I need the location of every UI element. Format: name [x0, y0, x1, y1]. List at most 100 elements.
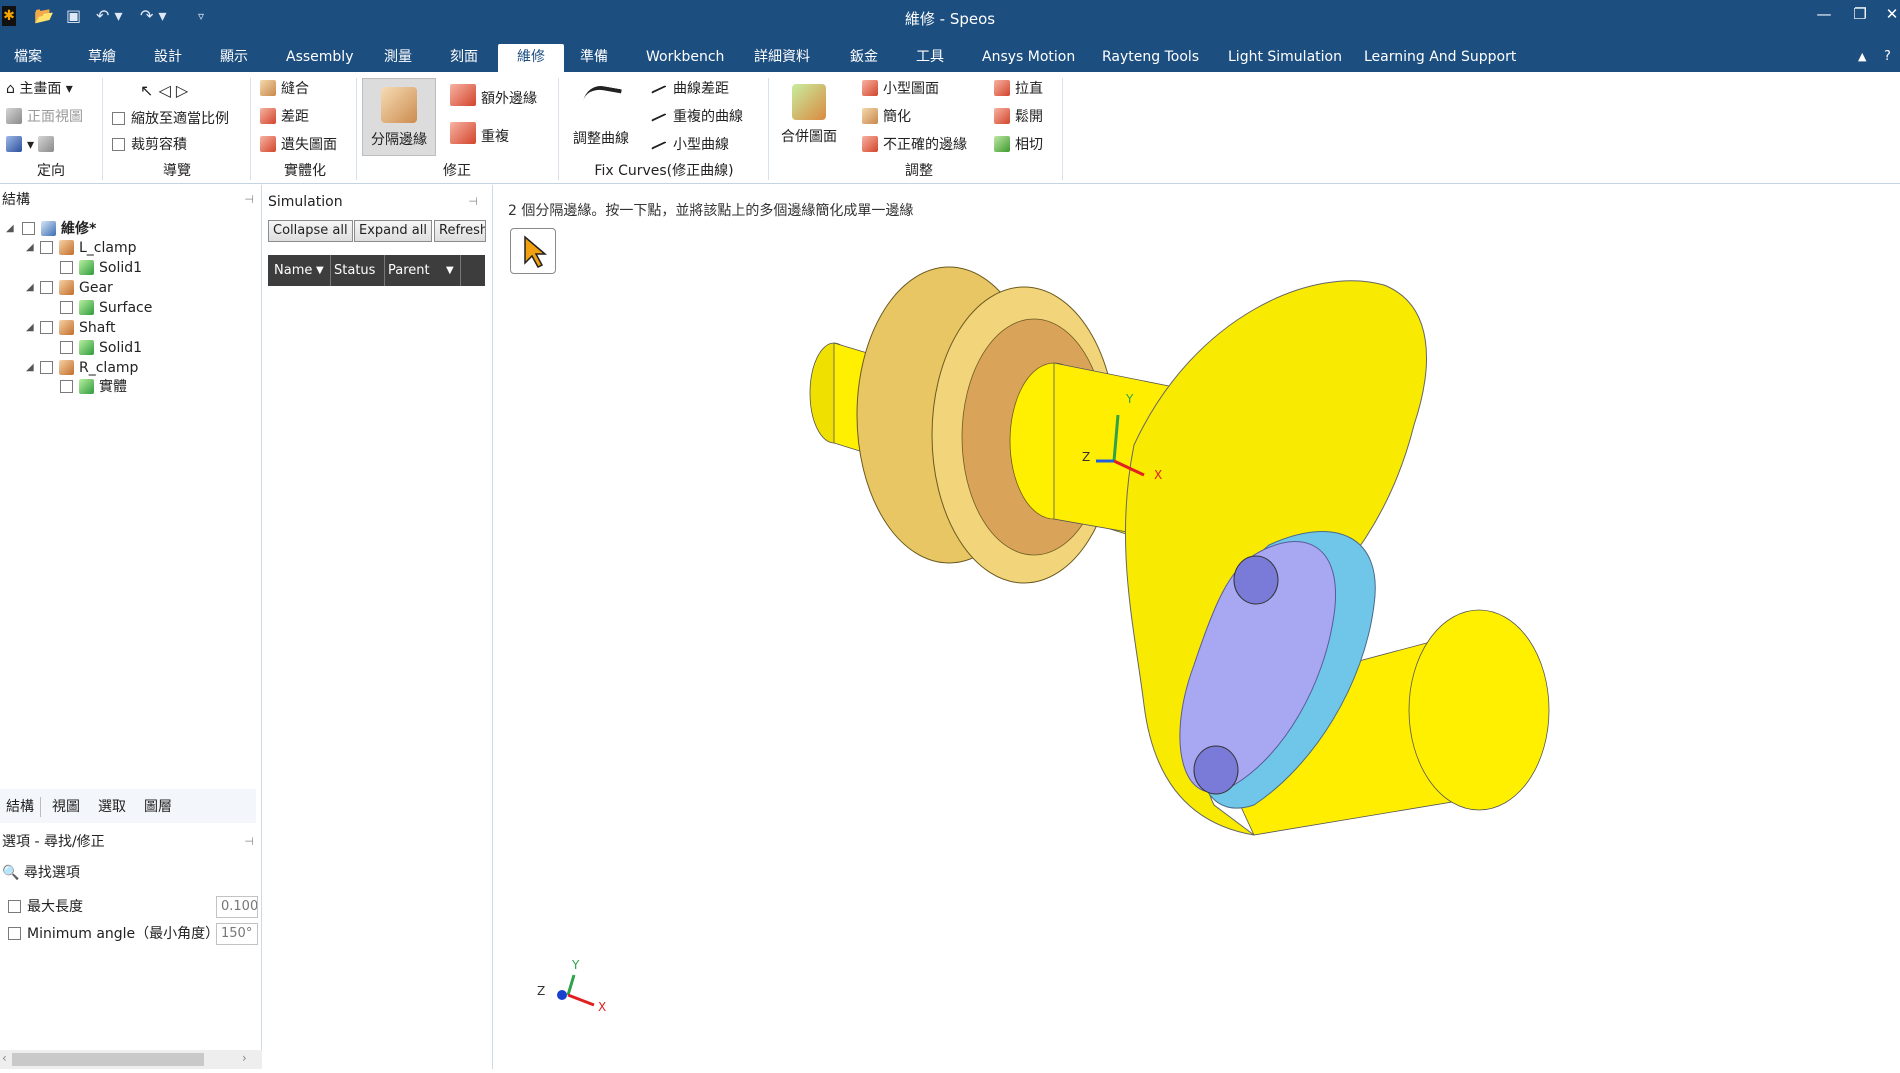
column-parent[interactable]: Parent: [388, 255, 430, 286]
inexact-edges-button[interactable]: 不正確的邊緣: [862, 136, 967, 154]
tab-repair[interactable]: 維修: [498, 44, 564, 72]
front-view-button[interactable]: 正面視圖: [6, 108, 83, 126]
clip-volume-checkbox[interactable]: 裁剪容積: [112, 136, 187, 154]
tab-structure[interactable]: 結構: [6, 797, 41, 817]
tab-facets[interactable]: 刻面: [446, 44, 482, 72]
model-render[interactable]: Y X Z Y X Z: [494, 185, 1900, 1069]
minimize-button[interactable]: —: [1812, 5, 1836, 23]
scroll-left-icon[interactable]: ‹: [2, 1051, 7, 1065]
pin-icon[interactable]: ⊣: [468, 189, 478, 215]
max-length-input[interactable]: 0.100: [216, 896, 258, 918]
tab-file[interactable]: 檔案: [10, 44, 46, 72]
merge-faces-button[interactable]: 合併圖面: [774, 84, 844, 146]
tab-display[interactable]: 顯示: [216, 44, 252, 72]
tab-rayteng-tools[interactable]: Rayteng Tools: [1098, 44, 1203, 72]
view-cube-button[interactable]: ▾: [6, 136, 59, 154]
gap-button[interactable]: 差距: [260, 108, 309, 126]
home-view-button[interactable]: ⌂ 主畫面 ▾: [6, 80, 73, 98]
tab-ansys-motion[interactable]: Ansys Motion: [978, 44, 1079, 72]
stitch-button[interactable]: 縫合: [260, 80, 309, 98]
horizontal-scrollbar[interactable]: ‹ ›: [0, 1050, 262, 1069]
expand-arrow-icon[interactable]: ◢: [26, 322, 34, 333]
small-faces-button[interactable]: 小型圖面: [862, 80, 939, 98]
collapse-ribbon-icon[interactable]: ▲: [1854, 44, 1870, 72]
checkbox-icon: [60, 261, 73, 274]
tree-node-gear[interactable]: Gear: [40, 279, 113, 297]
collapse-all-button[interactable]: Collapse all: [268, 220, 353, 242]
tab-sketch[interactable]: 草繪: [84, 44, 120, 72]
expand-arrow-icon[interactable]: ◢: [26, 282, 34, 293]
filter-icon[interactable]: ▼: [446, 255, 454, 286]
group-label-navigate: 導覽: [163, 163, 191, 179]
expand-arrow-icon[interactable]: ◢: [26, 362, 34, 373]
view-triad-icon[interactable]: [557, 974, 595, 1007]
small-curves-button[interactable]: 小型曲線: [651, 136, 729, 156]
tangent-button[interactable]: 相切: [994, 136, 1043, 154]
tab-sheet-metal[interactable]: 鈑金: [846, 44, 882, 72]
min-angle-checkbox[interactable]: Minimum angle（最小角度）: [8, 925, 219, 943]
tab-workbench[interactable]: Workbench: [642, 44, 728, 72]
restore-button[interactable]: ❐: [1848, 5, 1872, 23]
tree-node-body[interactable]: 實體: [60, 378, 127, 396]
tree-node-shaft[interactable]: Shaft: [40, 319, 116, 337]
tab-design[interactable]: 設計: [150, 44, 186, 72]
expand-arrow-icon[interactable]: ◢: [6, 223, 14, 234]
nav-select-icon[interactable]: ↖ ◁ ▷: [140, 82, 188, 100]
tab-layers[interactable]: 圖層: [144, 797, 172, 817]
adjust-curves-icon: [580, 83, 622, 125]
duplicate-curves-button[interactable]: 重複的曲線: [651, 108, 743, 128]
tab-prepare[interactable]: 準備: [576, 44, 612, 72]
ribbon: ⌂ 主畫面 ▾ 正面視圖 ▾ 定向 ↖ ◁ ▷ 縮放至適當比例 裁剪容積 導覽 …: [0, 72, 1900, 184]
help-icon[interactable]: ?: [1880, 44, 1895, 72]
tree-node-root[interactable]: 維修*: [22, 220, 96, 238]
group-separator: [1062, 78, 1063, 180]
tab-learning-support[interactable]: Learning And Support: [1360, 44, 1520, 72]
missing-faces-button[interactable]: 遺失圖面: [260, 136, 337, 154]
tree-node-surface[interactable]: Surface: [60, 299, 152, 317]
curve-gap-button[interactable]: 曲線差距: [651, 80, 729, 100]
column-name[interactable]: Name: [274, 255, 312, 286]
tab-detail[interactable]: 詳細資料: [750, 44, 814, 72]
tree-node-solid[interactable]: Solid1: [60, 259, 142, 277]
tree-node-l-clamp[interactable]: L_clamp: [40, 239, 137, 257]
tab-selection[interactable]: 選取: [98, 797, 126, 817]
max-length-checkbox[interactable]: 最大長度: [8, 898, 83, 916]
relax-button[interactable]: 鬆開: [994, 108, 1043, 126]
tree-node-solid[interactable]: Solid1: [60, 339, 142, 357]
filter-icon[interactable]: ▼: [316, 255, 324, 286]
tab-views[interactable]: 視圖: [52, 797, 80, 817]
title-bar: ✱ 📂 ▣ ↶ ▾ ↷ ▾ ▿ 維修 - Speos — ❐ ✕: [0, 0, 1900, 34]
refresh-button[interactable]: Refresh: [434, 220, 486, 242]
right-shaft-end[interactable]: [1408, 609, 1550, 811]
column-status[interactable]: Status: [334, 255, 375, 286]
tab-tools[interactable]: 工具: [912, 44, 948, 72]
straighten-icon: [994, 80, 1010, 96]
3d-viewport[interactable]: Y X Z Y X Z: [494, 185, 1900, 1069]
adjust-curves-button[interactable]: 調整曲線: [566, 83, 636, 148]
zoom-fit-checkbox[interactable]: 縮放至適當比例: [112, 110, 229, 128]
component-icon: [59, 240, 74, 255]
expand-all-button[interactable]: Expand all: [354, 220, 432, 242]
select-tool-button[interactable]: [510, 228, 556, 274]
scrollbar-thumb[interactable]: [12, 1053, 204, 1066]
pin-icon[interactable]: ⊣: [244, 187, 254, 213]
tree-node-r-clamp[interactable]: R_clamp: [40, 359, 138, 377]
min-angle-input[interactable]: 150°: [216, 923, 258, 945]
scroll-right-icon[interactable]: ›: [242, 1051, 247, 1065]
expand-arrow-icon[interactable]: ◢: [26, 242, 34, 253]
simplify-button[interactable]: 簡化: [862, 108, 911, 126]
pin-icon[interactable]: ⊣: [244, 829, 254, 855]
assembly-icon: [41, 221, 56, 236]
component-icon: [59, 280, 74, 295]
tab-measure[interactable]: 測量: [380, 44, 416, 72]
duplicates-button[interactable]: 重複: [450, 122, 509, 146]
axis-label-x: X: [598, 1000, 606, 1014]
relax-icon: [994, 108, 1010, 124]
split-edges-button[interactable]: 分隔邊緣: [362, 78, 436, 156]
tab-assembly[interactable]: Assembly: [282, 44, 357, 72]
close-button[interactable]: ✕: [1880, 5, 1900, 23]
extra-edges-button[interactable]: 額外邊緣: [450, 84, 537, 108]
find-options-section[interactable]: 🔍 尋找選項: [2, 864, 80, 882]
straighten-button[interactable]: 拉直: [994, 80, 1043, 98]
tab-light-simulation[interactable]: Light Simulation: [1224, 44, 1346, 72]
